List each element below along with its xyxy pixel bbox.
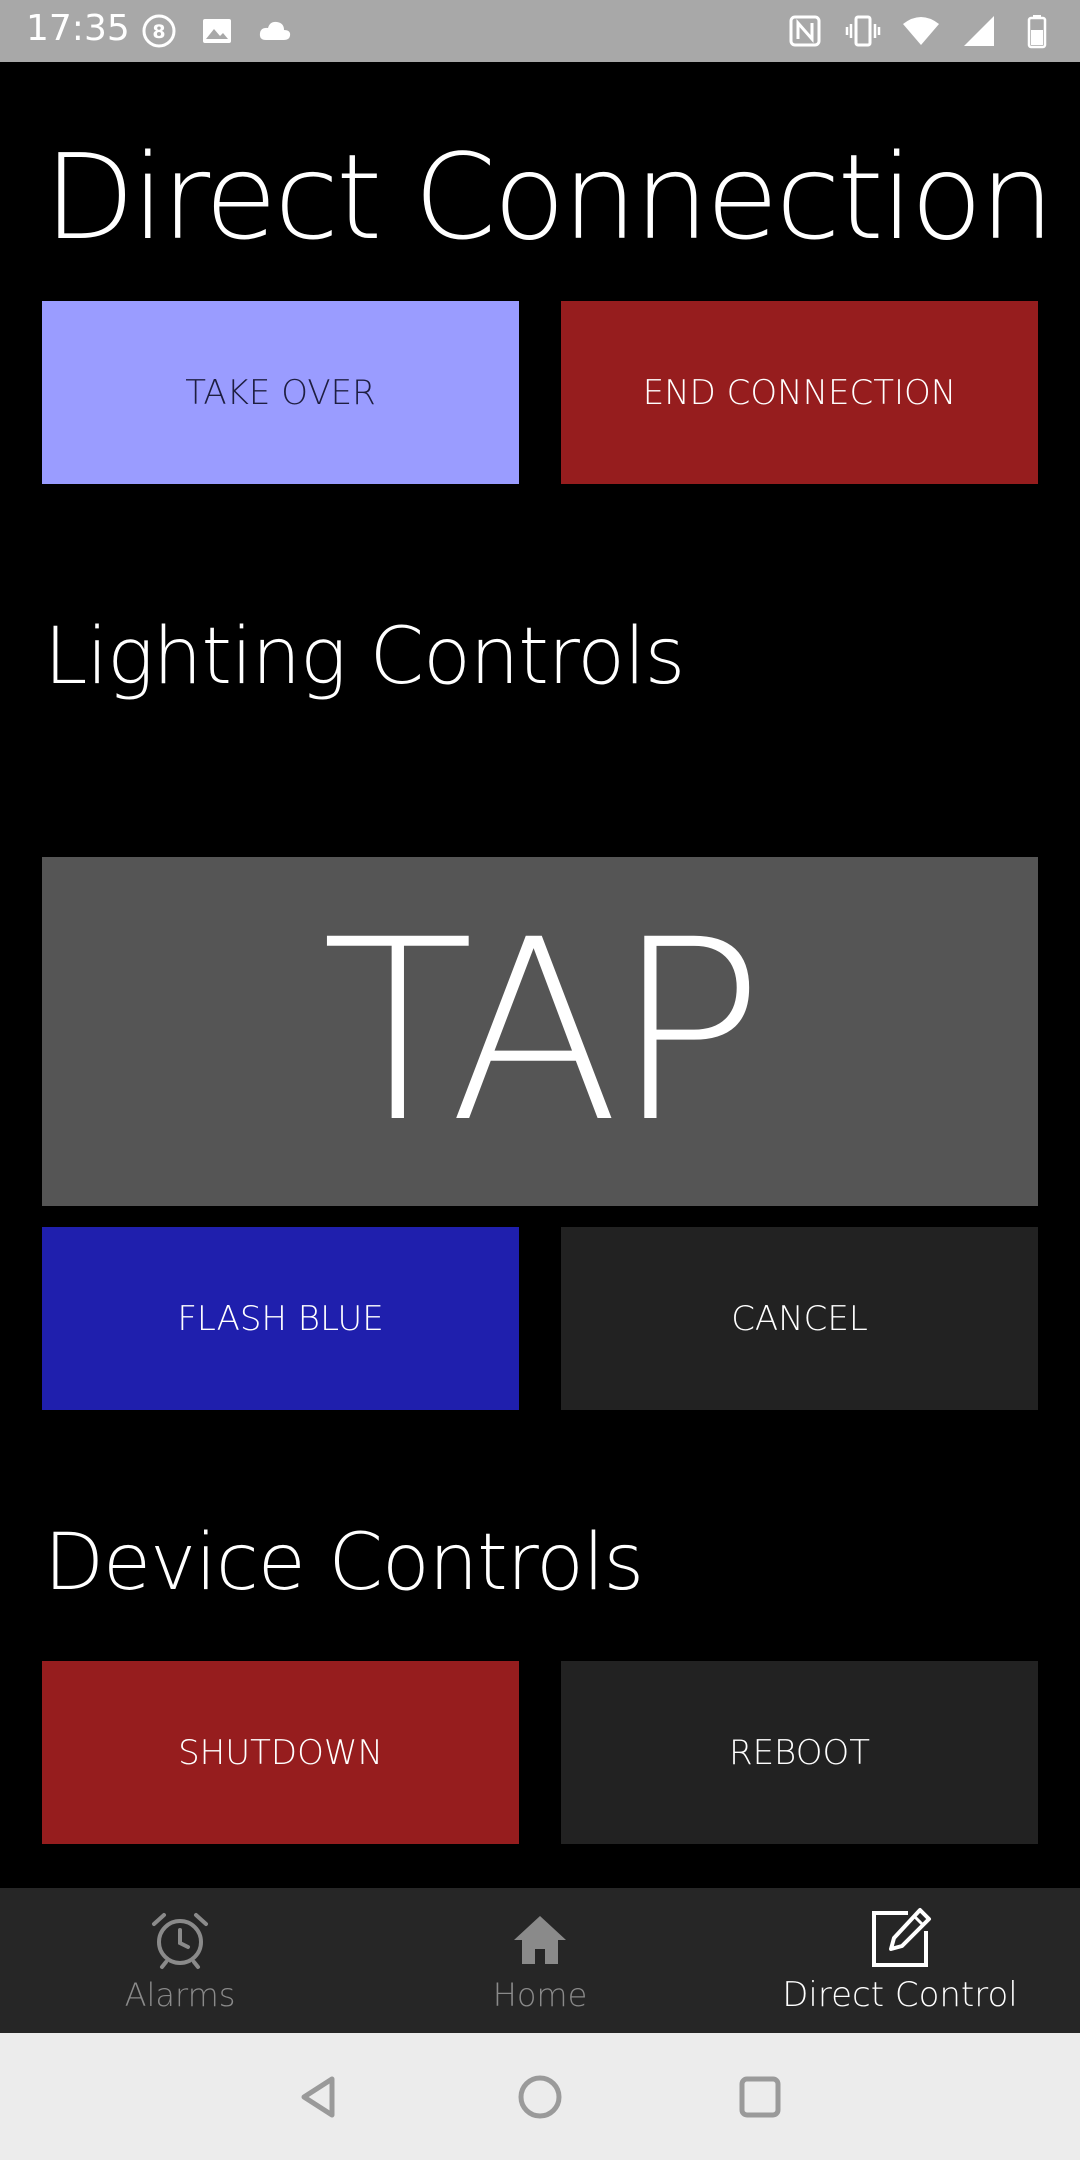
- home-icon: [514, 1915, 566, 1964]
- status-time: 17:35: [26, 8, 130, 49]
- bottom-navigation: Alarms Home Direct Control: [0, 1888, 1080, 2033]
- notification-8-icon: 8: [142, 14, 176, 48]
- flash-blue-button[interactable]: FLASH BLUE: [42, 1227, 519, 1410]
- shutdown-button[interactable]: SHUTDOWN: [42, 1661, 519, 1844]
- alarm-clock-icon: [152, 1912, 208, 1969]
- battery-icon: [1027, 15, 1047, 49]
- nav-label-home: Home: [492, 1975, 588, 2014]
- back-icon[interactable]: [294, 2071, 346, 2123]
- nav-label-direct-control: Direct Control: [782, 1974, 1018, 2015]
- nfc-icon: [789, 15, 821, 47]
- screen: 17:35 8 Direct Connection TAKE OVER END …: [0, 0, 1080, 2160]
- image-icon: [203, 19, 231, 43]
- nav-item-alarms[interactable]: Alarms: [0, 1888, 360, 2033]
- home-circle-icon[interactable]: [514, 2071, 566, 2123]
- lighting-controls-title: Lighting Controls: [44, 612, 685, 702]
- system-navigation-bar: [0, 2033, 1080, 2160]
- take-over-button[interactable]: TAKE OVER: [42, 301, 519, 484]
- device-controls-title: Device Controls: [44, 1518, 644, 1608]
- tap-button[interactable]: TAP: [42, 857, 1038, 1206]
- end-connection-button[interactable]: END CONNECTION: [561, 301, 1038, 484]
- wifi-icon: [903, 17, 939, 45]
- nav-item-direct-control[interactable]: Direct Control: [720, 1888, 1080, 2033]
- recents-icon[interactable]: [734, 2071, 786, 2123]
- cloud-icon: [259, 21, 291, 40]
- status-right-icons: [786, 12, 1056, 50]
- nav-item-home[interactable]: Home: [360, 1888, 720, 2033]
- signal-icon: [964, 16, 994, 46]
- direct-connection-title: Direct Connection: [44, 128, 1054, 266]
- edit-icon: [872, 1907, 931, 1967]
- nav-label-alarms: Alarms: [124, 1975, 236, 2014]
- cancel-button[interactable]: CANCEL: [561, 1227, 1038, 1410]
- reboot-button[interactable]: REBOOT: [561, 1661, 1038, 1844]
- status-left-icons: 8: [140, 12, 294, 50]
- vibrate-icon: [845, 15, 881, 47]
- status-bar: 17:35 8: [0, 0, 1080, 62]
- svg-text:8: 8: [152, 21, 165, 43]
